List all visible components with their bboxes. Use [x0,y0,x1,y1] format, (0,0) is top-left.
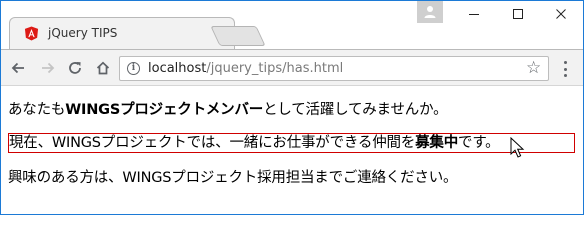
user-icon[interactable] [417,1,443,23]
para2-post: です。 [458,135,500,151]
close-icon[interactable] [539,1,583,27]
para1-strong: WINGSプロジェクトメンバー [65,102,264,118]
para1-post: として活躍してみませんか。 [263,102,448,118]
title-bar: jQuery TIPS × [1,1,583,49]
tab-jquery-tips[interactable]: jQuery TIPS × [9,17,235,49]
back-arrow-icon[interactable] [7,57,29,79]
minimize-icon[interactable] [452,1,496,27]
info-icon[interactable]: i [127,62,140,75]
angular-favicon-icon [24,26,39,41]
mouse-cursor-icon [510,137,525,158]
paragraph-hiring-highlighted: 現在、WINGSプロジェクトでは、一緒にお仕事ができる仲間を募集中です。 [8,133,575,153]
new-tab-button[interactable] [210,26,266,46]
para1-pre: あなたも [8,102,66,118]
maximize-icon[interactable] [496,1,540,27]
page-content: あなたもWINGSプロジェクトメンバーとして活躍してみませんか。 現在、WING… [1,87,583,214]
menu-icon[interactable] [557,59,573,79]
url-path: /jquery_tips/has.html [206,61,344,76]
forward-arrow-icon[interactable] [37,57,59,79]
para2-pre: 現在、WINGSプロジェクトでは、一緒にお仕事ができる仲間を [9,135,416,151]
address-bar[interactable]: i localhost/jquery_tips/has.html ☆ [119,56,549,81]
home-icon[interactable] [92,57,114,79]
paragraph-contact: 興味のある方は、WINGSプロジェクト採用担当までご連絡ください。 [8,170,458,186]
browser-window: jQuery TIPS × [0,0,584,215]
browser-toolbar: i localhost/jquery_tips/has.html ☆ [1,49,583,86]
para2-strong: 募集中 [415,135,459,151]
url-host: localhost [148,61,207,76]
star-icon[interactable]: ☆ [526,59,541,78]
reload-icon[interactable] [64,57,86,79]
address-url: localhost/jquery_tips/has.html [148,61,343,76]
tab-title: jQuery TIPS [48,26,118,40]
paragraph-recruit-intro: あなたもWINGSプロジェクトメンバーとして活躍してみませんか。 [8,98,448,119]
